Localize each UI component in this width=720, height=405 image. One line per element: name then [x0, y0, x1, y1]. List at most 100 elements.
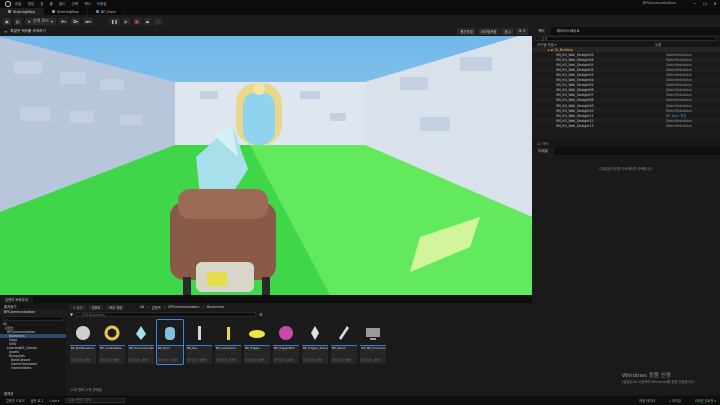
asset-tile[interactable]: BP_BallSpawner 블루프린트 클래스 — [70, 320, 96, 364]
outliner-row[interactable]: SM_KG_Wall_Straight08 StaticMeshActor — [532, 97, 720, 104]
status-bar: 콘텐츠 드로어 출력 로그 Cmd ▾ 콘솔 커맨드 입력 파생 데이터 1 미… — [0, 396, 720, 405]
character-icon — [136, 325, 146, 340]
asset-filter-bar: ▼ ⌕ 검색 Blueprints ⚙ — [66, 311, 532, 318]
derived-data-button[interactable]: 파생 데이터 — [639, 398, 655, 403]
console-input[interactable]: 콘솔 커맨드 입력 — [65, 398, 126, 403]
outliner-panel: 액터 레이어스테이트 ⌕ 검색 아이템 라벨 ▾ 유형 ▸ ▰ 10_Build… — [532, 27, 720, 139]
save-icon[interactable]: ▣ — [3, 17, 11, 25]
content-browser-sources: 즐겨찾기 BPCommunication ⌕ All 콘텐츠 BPCommuni… — [0, 303, 66, 396]
outliner-row[interactable]: SM_KG_Wall_Straight09 StaticMeshActor — [532, 103, 720, 108]
stop-button[interactable]: ■ — [132, 17, 141, 25]
outliner-row[interactable]: SM_KG_Wall_Straight02 StaticMeshActor — [532, 67, 720, 73]
show-button[interactable]: 표시 — [501, 28, 514, 35]
asset-search-input[interactable]: ⌕ 검색 Blueprints — [76, 312, 257, 317]
menu-edit[interactable]: 편집 — [28, 2, 35, 7]
pause-button[interactable]: ❚❚ — [108, 17, 120, 25]
menu-build[interactable]: 빌드 — [59, 2, 66, 7]
asset-tile[interactable]: BP_LeverDoor 블루프린트 클래스 — [215, 320, 241, 364]
blueprint-menu-icon[interactable]: ⧉▾ — [71, 17, 81, 25]
document-tabs: StartingMap StartingMap BP_Door — [0, 8, 720, 15]
outliner-row[interactable]: SM_KG_Wall_Straight05 StaticMeshActor — [532, 83, 720, 88]
asset-tile[interactable]: BP_Trigger 블루프린트 클래스 — [244, 320, 270, 364]
outliner-status: 22 액터 — [532, 139, 720, 147]
outliner-row[interactable]: SM_KG_Wall_Straight06 StaticMeshActor — [532, 87, 720, 93]
perspective-button[interactable]: 원근투영 — [457, 28, 476, 35]
play-options-button[interactable]: ⋮ — [154, 17, 163, 25]
outliner-search-input[interactable]: ⌕ 검색 — [535, 36, 717, 41]
wand-icon — [339, 325, 349, 340]
tab-details[interactable]: 디테일 — [532, 147, 554, 155]
content-browser-toolbar: + 추가 임포트 모두 저장 All › 콘텐츠 › BPCommunication… — [66, 303, 532, 311]
asset-tile[interactable]: BP_TriggerBall 블루프린트 클래스 — [273, 320, 299, 364]
asset-tile[interactable]: BP_Wand 블루프린트 클래스 — [331, 320, 357, 364]
menu-help[interactable]: 도움말 — [97, 2, 107, 7]
outliner-row[interactable]: SM_KG_Wall_Straight03 StaticMeshActor — [532, 52, 720, 57]
outliner-row[interactable]: SM_KG_Wall_Straight13 StaticMeshActor — [532, 123, 720, 128]
tab-outliner[interactable]: 액터 — [532, 27, 551, 35]
hamburger-icon[interactable]: ≡ — [4, 29, 7, 34]
unsaved-button[interactable]: 1 미저장 — [669, 398, 681, 403]
outliner-row[interactable]: SM_KG_Wall_Straight10 StaticMeshActor — [532, 108, 720, 114]
unreal-logo-icon[interactable] — [5, 1, 11, 7]
add-actor-icon[interactable]: ✚▾ — [58, 17, 69, 25]
outliner-row[interactable]: SM_KG_Wall_Straight07 StaticMeshActor — [532, 93, 720, 98]
eject-button[interactable]: ⏏ — [143, 17, 152, 25]
asset-tile[interactable]: BP_Communication_Character블루프린트 클래스 — [128, 320, 154, 364]
add-button[interactable]: + 추가 — [70, 304, 86, 310]
title-bar: 파일 편집 창 툴 빌드 선택 액터 도움말 BPCommunication ─… — [0, 0, 720, 8]
browse-icon[interactable]: ▤ — [13, 17, 22, 25]
folder-search-input[interactable]: ⌕ — [3, 316, 63, 321]
viewport-title: 파일럿 액터를 추적하기 — [10, 29, 46, 33]
tab-layer-states[interactable]: 레이어스테이트 — [551, 27, 586, 35]
select-mode-dropdown[interactable]: ➤ 선택 모드 ▾ — [24, 17, 56, 25]
project-header[interactable]: BPCommunication — [0, 309, 66, 315]
revision-control-button[interactable]: 리비전 컨트롤 ▾ — [695, 398, 716, 403]
door-icon — [165, 326, 175, 340]
pickup-icon — [311, 325, 319, 340]
asset-grid: BP_BallSpawner 블루프린트 클래스 BP_CollectAble 블루… — [70, 319, 386, 365]
import-button[interactable]: 임포트 — [88, 304, 104, 310]
filter-icon[interactable]: ▼ — [70, 312, 73, 317]
settings-icon[interactable]: ⚙ — [259, 312, 263, 317]
viewport-settings-button[interactable]: ⚙ 3 — [515, 28, 528, 35]
column-item-label[interactable]: 아이템 라벨 ▾ — [537, 42, 655, 47]
column-type[interactable]: 유형 — [655, 42, 661, 47]
output-log-button[interactable]: 출력 로그 — [31, 398, 44, 403]
outliner-row[interactable]: SM_KG_Wall_Straight04 StaticMeshActor — [532, 57, 720, 63]
close-window-button[interactable]: ✕ — [710, 0, 720, 8]
menu-tools[interactable]: 툴 — [50, 2, 53, 7]
tab-content-browser[interactable]: 콘텐츠 브라우저 — [0, 296, 33, 303]
cinematics-icon[interactable]: ▬▾ — [83, 17, 93, 25]
outliner-row[interactable]: SM_KG_Wall_Straight05 StaticMeshActor — [532, 62, 720, 67]
cmd-dropdown[interactable]: Cmd ▾ — [49, 399, 59, 403]
asset-tile[interactable]: CM_BP_Communication블루프린트 클래스 — [360, 320, 386, 364]
lighting-button[interactable]: 라이팅포함 — [477, 28, 500, 35]
asset-tile[interactable]: BP_CollectAble 블루프린트 클래스 — [99, 320, 125, 364]
trigger-icon — [249, 329, 265, 338]
tab-startingmap-1[interactable]: StartingMap — [0, 8, 44, 15]
tree-item[interactable]: Interactables — [0, 366, 66, 370]
level-viewport[interactable] — [0, 27, 532, 295]
minimize-button[interactable]: ─ — [690, 0, 700, 8]
outliner-row[interactable]: SM_KG_Wall_Straight12 StaticMeshActor — [532, 118, 720, 124]
outliner-row[interactable]: SM_KG_Wall_Straight04 StaticMeshActor — [532, 77, 720, 83]
tab-bp-door[interactable]: BP_Door — [88, 8, 125, 15]
content-drawer-button[interactable]: 콘텐츠 드로어 — [6, 398, 25, 403]
menu-select[interactable]: 선택 — [72, 2, 79, 7]
menu-actor[interactable]: 액터 — [84, 2, 91, 7]
menu-file[interactable]: 파일 — [15, 2, 22, 7]
breadcrumb: All › 콘텐츠 › BPCommunication › Blueprints — [140, 304, 225, 310]
asset-tile[interactable]: BP_Key 블루프린트 클래스 — [186, 320, 212, 364]
asset-tile[interactable]: BP_Trigger_Pickup 블루프린트 클래스 — [302, 320, 328, 364]
maximize-button[interactable]: ☐ — [700, 0, 710, 8]
edit-bp-door-link[interactable]: BP_Door 편집 — [666, 113, 686, 118]
asset-tile-selected[interactable]: BP_Door 블루프린트 클래스 — [156, 319, 184, 365]
save-all-button[interactable]: 모두 저장 — [106, 304, 126, 310]
game-scene — [0, 27, 532, 295]
outliner-row[interactable]: SM_KG_Wall_Straight03 StaticMeshActor — [532, 72, 720, 77]
app-title: BPCommunication — [643, 1, 676, 5]
menu-window[interactable]: 창 — [40, 2, 43, 7]
details-panel: 디테일 디테일을 보려면 오브젝트를 선택합니다. Windows 정품 인증 … — [532, 147, 720, 395]
tab-startingmap-2[interactable]: StartingMap — [44, 8, 88, 15]
play-button[interactable]: ▶ — [122, 17, 130, 25]
